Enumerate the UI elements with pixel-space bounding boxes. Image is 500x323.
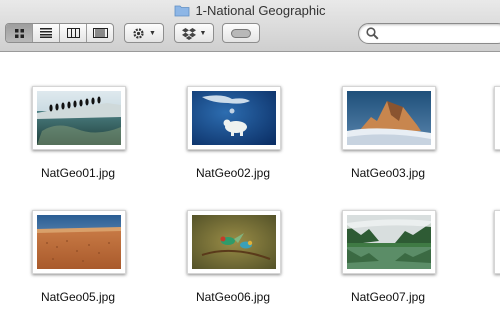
file-name: NatGeo02.jpg: [195, 166, 271, 180]
list-view-button[interactable]: [32, 24, 59, 42]
column-view-icon: [66, 28, 80, 38]
finder-toolbar: 1-National Geographic ▼ ▼: [0, 0, 500, 52]
search-field[interactable]: [358, 23, 500, 44]
search-icon: [366, 27, 379, 40]
polar-bear-photo-icon: [192, 91, 276, 145]
lake-photo-icon: [347, 215, 431, 269]
coverflow-view-icon: [92, 28, 108, 38]
chevron-down-icon: ▼: [199, 29, 207, 37]
column-view-button[interactable]: [59, 24, 86, 42]
file-name: NatGeo07.jpg: [350, 290, 426, 304]
list-view-icon: [40, 28, 52, 38]
window-title: 1-National Geographic: [195, 3, 326, 18]
file-name: NatGeo06.jpg: [195, 290, 271, 304]
action-menu-button[interactable]: ▼: [124, 23, 164, 43]
file-name: NatGeo01.jpg: [40, 166, 116, 180]
folder-icon: [174, 4, 190, 22]
toolbar-toggle-button[interactable]: [222, 23, 260, 43]
mountain-photo-icon: [347, 91, 431, 145]
file-name: NatGeo03.jpg: [350, 166, 426, 180]
coverflow-view-button[interactable]: [86, 24, 113, 42]
image-thumbnail: [342, 210, 436, 274]
view-mode-selector: [5, 23, 114, 43]
image-thumbnail: [187, 86, 281, 150]
image-thumbnail-partial[interactable]: [494, 210, 500, 274]
window-title-bar: 1-National Geographic: [0, 2, 500, 22]
image-thumbnail: [32, 86, 126, 150]
file-name: NatGeo05.jpg: [40, 290, 116, 304]
pill-toggle-icon: [231, 28, 251, 38]
image-thumbnail-partial[interactable]: [494, 86, 500, 150]
desert-photo-icon: [37, 215, 121, 269]
dropbox-icon: [181, 27, 196, 40]
gear-icon: [133, 27, 144, 39]
image-thumbnail: [187, 210, 281, 274]
search-input[interactable]: [381, 25, 500, 43]
chevron-down-icon: ▼: [149, 29, 156, 37]
icon-view-button[interactable]: [6, 24, 32, 42]
image-thumbnail: [342, 86, 436, 150]
penguins-photo-icon: [37, 91, 121, 145]
dropbox-menu-button[interactable]: ▼: [174, 23, 214, 43]
birds-photo-icon: [192, 215, 276, 269]
icon-view-icon: [14, 28, 24, 38]
image-thumbnail: [32, 210, 126, 274]
